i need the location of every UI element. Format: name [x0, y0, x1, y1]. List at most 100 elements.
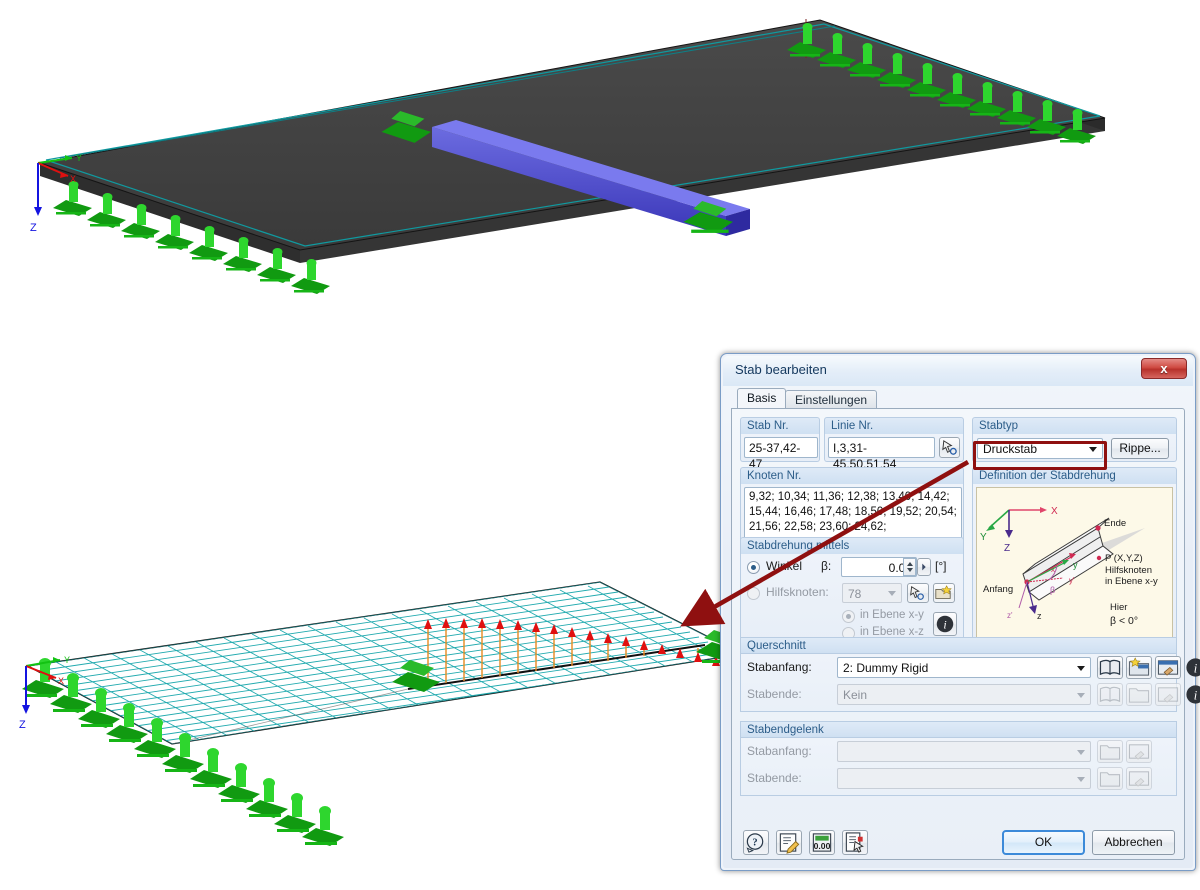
svg-text:Hier: Hier: [1110, 602, 1127, 613]
edit-member-dialog[interactable]: Stab bearbeiten x Basis Einstellungen St…: [720, 353, 1200, 871]
tab-bar[interactable]: Basis Einstellungen: [731, 388, 1185, 408]
rotation-helpnode-radio[interactable]: [747, 587, 760, 600]
end-hinge-end-label: Stabende:: [747, 771, 802, 785]
end-hinge-end-combo[interactable]: [837, 768, 1091, 789]
rotation-caption: Stabdrehung mittels: [740, 537, 964, 554]
chevron-down-icon: [888, 591, 896, 596]
help-icon[interactable]: ?: [743, 830, 769, 855]
end-hinge-start-label: Stabanfang:: [747, 744, 812, 758]
member-no-group: Stab Nr. 25-37,42-47: [740, 417, 820, 471]
rotation-helpnode-combo[interactable]: 78: [842, 583, 902, 603]
svg-text:P (X,Y,Z): P (X,Y,Z): [1105, 553, 1143, 564]
cross-section-end-label: Stabende:: [747, 687, 802, 701]
rotation-group: Stabdrehung mittels Winkel β: 0.00 [°] H…: [740, 537, 964, 646]
rotation-helpnode-label: Hilfsknoten:: [766, 585, 829, 599]
units-icon[interactable]: 0.00: [809, 830, 835, 855]
pick-line-icon[interactable]: [939, 437, 960, 458]
dialog-titlebar[interactable]: Stab bearbeiten x: [723, 356, 1193, 386]
rib-button[interactable]: Rippe...: [1111, 438, 1169, 459]
rotation-plane-xy-radio[interactable]: [842, 610, 855, 623]
rotation-illustration-group: Definition der Stabdrehung X Y Z x y y' …: [972, 467, 1177, 646]
chevron-down-icon: [1077, 692, 1085, 698]
rotation-helpnode-pick-icon[interactable]: [907, 583, 929, 603]
svg-text:Hilfsknoten: Hilfsknoten: [1105, 565, 1152, 576]
nodes-group: Knoten Nr. 9,32; 10,34; 11,36; 12,38; 13…: [740, 467, 964, 546]
rotation-beta-symbol: β:: [821, 559, 832, 573]
edit-hinge-icon[interactable]: [1126, 767, 1152, 790]
new-section-icon[interactable]: [1126, 683, 1152, 706]
member-no-field[interactable]: 25-37,42-47: [744, 437, 818, 471]
cursor-pick-glyph: [942, 440, 957, 455]
svg-text:in Ebene x-y: in Ebene x-y: [1105, 576, 1158, 587]
svg-text:Z: Z: [19, 719, 26, 731]
rotation-angle-unit: [°]: [935, 559, 947, 573]
svg-text:Z: Z: [1004, 543, 1010, 554]
member-type-group: Stabtyp Druckstab Rippe...: [972, 417, 1177, 462]
fe-mesh-view: Y X Z: [0, 520, 770, 890]
svg-text:X: X: [70, 174, 76, 184]
end-hinge-caption: Stabendgelenk: [740, 721, 1177, 738]
new-hinge-icon[interactable]: [1097, 740, 1123, 763]
new-hinge-icon[interactable]: [1097, 767, 1123, 790]
line-no-group: Linie Nr. I,3,31-45,50,51,54: [824, 417, 964, 471]
nodes-field[interactable]: 9,32; 10,34; 11,36; 12,38; 13,40; 14,42;…: [744, 487, 962, 543]
svg-text:Y: Y: [76, 153, 82, 163]
fe-mesh-svg: Y X Z: [19, 581, 745, 846]
library-icon[interactable]: [1097, 683, 1123, 706]
svg-text:Anfang: Anfang: [983, 584, 1013, 595]
rotation-helpnode-new-icon[interactable]: [933, 583, 955, 603]
svg-text:X: X: [58, 676, 64, 686]
svg-text:X: X: [1051, 506, 1058, 517]
svg-text:z: z: [1037, 611, 1042, 621]
rotation-diagram-svg: X Y Z x y y' z z' β Ende P (X,Y,Z) Hilfs…: [980, 506, 1158, 627]
svg-text:i: i: [1194, 661, 1198, 675]
chevron-down-icon: [1089, 446, 1097, 452]
cross-section-end-combo[interactable]: Kein: [837, 684, 1091, 705]
svg-text:i: i: [943, 618, 946, 632]
cross-section-start-combo[interactable]: 2: Dummy Rigid: [837, 657, 1091, 678]
rotation-diagram: X Y Z x y y' z z' β Ende P (X,Y,Z) Hilfs…: [976, 487, 1173, 643]
rotation-illustration-caption: Definition der Stabdrehung: [972, 467, 1177, 484]
svg-text:z': z': [1007, 611, 1013, 620]
member-type-combo[interactable]: Druckstab: [977, 438, 1103, 459]
chevron-down-icon: [1077, 665, 1085, 671]
comment-icon[interactable]: [776, 830, 802, 855]
line-no-caption: Linie Nr.: [824, 417, 964, 434]
cancel-button[interactable]: Abbrechen: [1092, 830, 1175, 855]
info-icon[interactable]: i: [1184, 656, 1200, 679]
svg-text:0.00: 0.00: [814, 841, 831, 851]
end-hinge-start-combo[interactable]: [837, 741, 1091, 762]
svg-text:Y: Y: [64, 655, 70, 665]
edit-section-icon[interactable]: [1155, 683, 1181, 706]
rotation-helpnode-value: 78: [848, 587, 862, 601]
close-icon[interactable]: x: [1141, 358, 1187, 379]
svg-text:y: y: [1073, 560, 1078, 570]
tab-basis[interactable]: Basis: [737, 388, 787, 408]
member-type-value: Druckstab: [983, 442, 1038, 456]
dialog-title: Stab bearbeiten: [735, 362, 827, 377]
cross-section-section: Stabanfang: 2: Dummy Rigid i Stabende: K…: [740, 654, 1200, 712]
tab-panel-basis: Stab Nr. 25-37,42-47 Linie Nr. I,3,31-45…: [731, 408, 1200, 860]
solid-model-svg: Y X Z: [30, 19, 1106, 294]
chevron-down-icon: [1077, 749, 1085, 755]
info-icon[interactable]: i: [933, 612, 957, 636]
end-hinge-section: Stabanfang: Stabende:: [740, 738, 1177, 796]
member-type-caption: Stabtyp: [972, 417, 1177, 434]
svg-text:Ende: Ende: [1104, 518, 1126, 529]
edit-hinge-icon[interactable]: [1126, 740, 1152, 763]
rotation-angle-radio[interactable]: [747, 561, 760, 574]
info-icon[interactable]: i: [1184, 683, 1200, 706]
new-section-icon[interactable]: [1126, 656, 1152, 679]
library-icon[interactable]: [1097, 656, 1123, 679]
edit-section-icon[interactable]: [1155, 656, 1181, 679]
tab-einstellungen[interactable]: Einstellungen: [785, 390, 878, 408]
select-object-icon[interactable]: [842, 830, 868, 855]
cross-section-start-label: Stabanfang:: [747, 660, 812, 674]
svg-text:β < 0°: β < 0°: [1110, 615, 1138, 627]
perspective-solid-view: Y X Z: [0, 0, 1200, 330]
rotation-angle-next-button[interactable]: [917, 558, 931, 576]
svg-text:Y: Y: [980, 532, 987, 543]
rotation-angle-spinner[interactable]: [903, 558, 916, 576]
ok-button[interactable]: OK: [1002, 830, 1085, 855]
line-no-field[interactable]: I,3,31-45,50,51,54: [828, 437, 935, 471]
